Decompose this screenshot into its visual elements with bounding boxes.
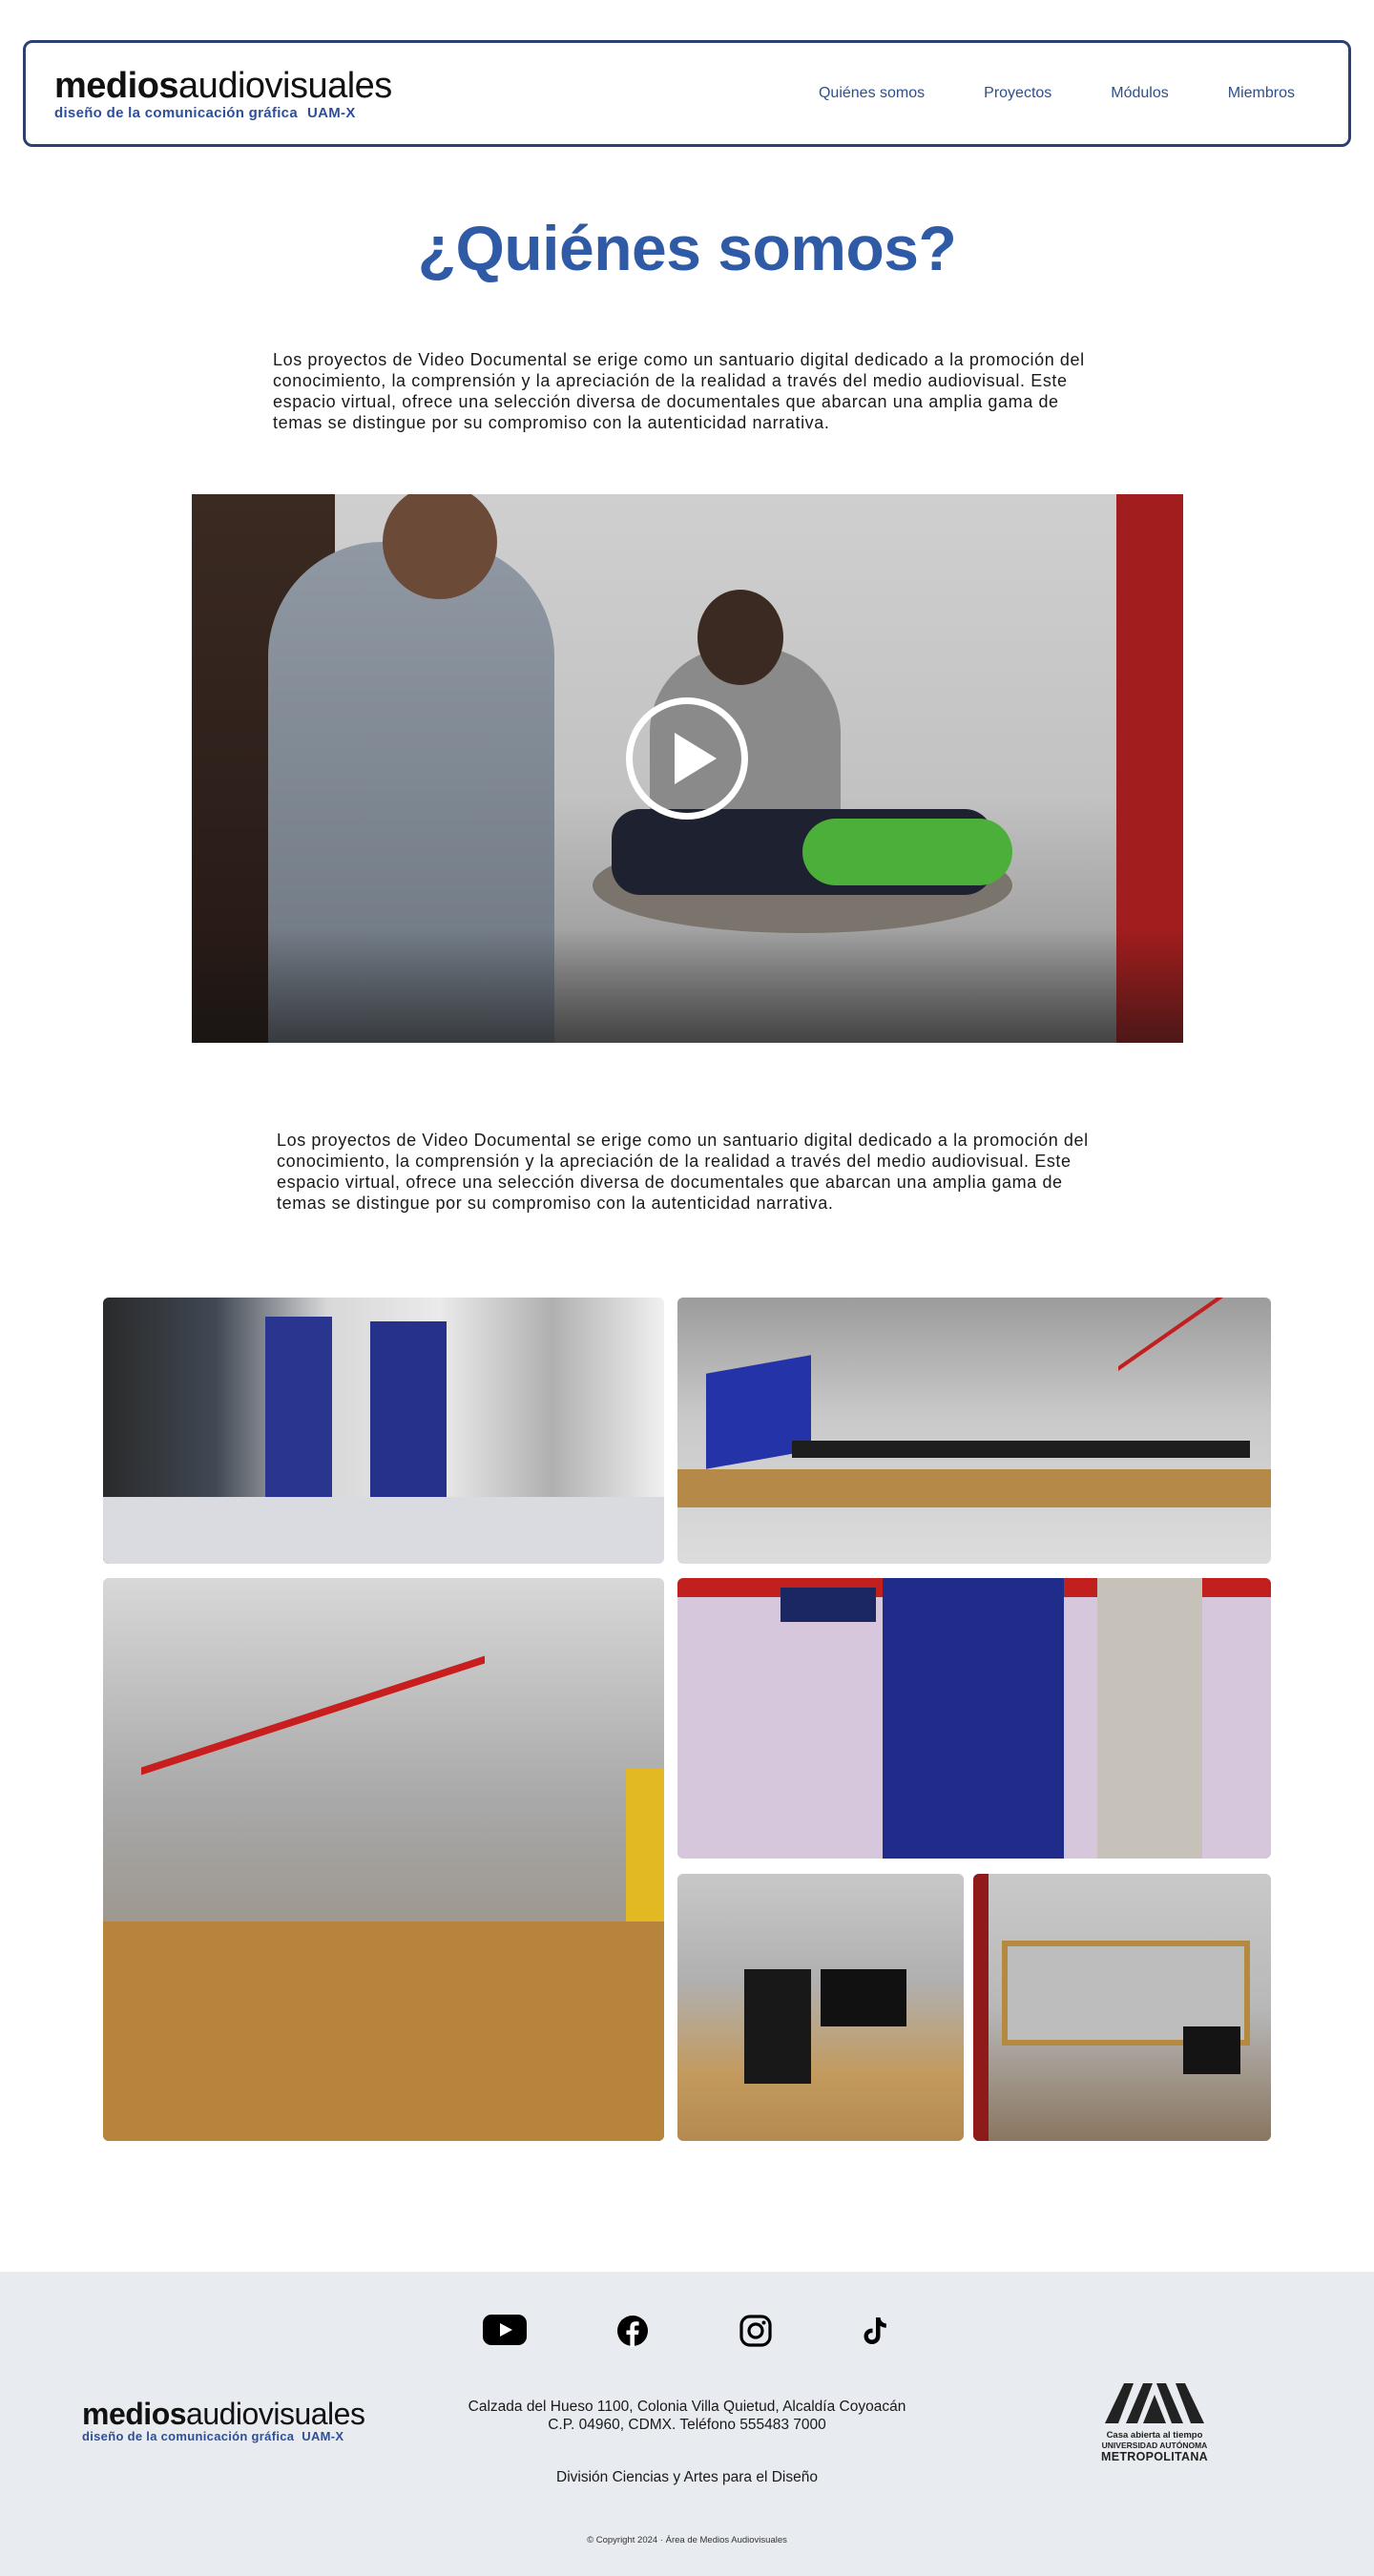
youtube-icon[interactable]: [483, 2315, 527, 2345]
footer-logo[interactable]: mediosaudiovisuales diseño de la comunic…: [82, 2397, 365, 2443]
nav-proyectos[interactable]: Proyectos: [984, 85, 1051, 102]
footer-copyright: © Copyright 2024 · Área de Medios Audiov…: [587, 2535, 787, 2545]
nav-quienes-somos[interactable]: Quiénes somos: [819, 85, 925, 102]
gallery-photo-recording-booth[interactable]: [973, 1874, 1271, 2141]
nav-miembros[interactable]: Miembros: [1228, 85, 1295, 102]
logo-subtitle: diseño de la comunicación gráfica UAM-X: [54, 105, 356, 121]
footer-address: Calzada del Hueso 1100, Colonia Villa Qu…: [468, 2399, 906, 2433]
gallery-photo-entrance-door[interactable]: [677, 1578, 1271, 1859]
tiktok-icon[interactable]: [859, 2315, 891, 2347]
logo-wordmark: mediosaudiovisuales: [54, 66, 392, 106]
play-icon[interactable]: [626, 697, 748, 820]
site-footer: mediosaudiovisuales diseño de la comunic…: [0, 2272, 1374, 2576]
footer-logo-wordmark: mediosaudiovisuales: [82, 2397, 365, 2431]
main-nav: Quiénes somos Proyectos Módulos Miembros: [819, 85, 1295, 102]
gallery-photo-classroom-desks[interactable]: [677, 1298, 1271, 1564]
site-header: mediosaudiovisuales diseño de la comunic…: [23, 40, 1351, 147]
instagram-icon[interactable]: [739, 2315, 772, 2347]
nav-modulos[interactable]: Módulos: [1111, 85, 1168, 102]
uam-logo[interactable]: Casa abierta al tiempo UNIVERSIDAD AUTÓN…: [1097, 2383, 1212, 2463]
video-player[interactable]: [192, 494, 1183, 1043]
site-logo[interactable]: mediosaudiovisuales diseño de la comunic…: [54, 68, 392, 121]
footer-division: División Ciencias y Artes para el Diseño: [556, 2469, 818, 2485]
uam-emblem-icon: [1105, 2383, 1204, 2423]
footer-logo-subtitle: diseño de la comunicación gráfica UAM-X: [82, 2429, 344, 2443]
page-title: ¿Quiénes somos?: [417, 213, 957, 283]
gallery-photo-lab-hallway[interactable]: [103, 1298, 664, 1564]
gallery-photo-computer-lab[interactable]: [677, 1874, 964, 2141]
facebook-icon[interactable]: [616, 2315, 649, 2347]
gallery-photo-workshop-stairs[interactable]: [103, 1578, 664, 2141]
second-paragraph: Los proyectos de Video Documental se eri…: [277, 1131, 1089, 1213]
intro-paragraph: Los proyectos de Video Documental se eri…: [273, 350, 1085, 432]
